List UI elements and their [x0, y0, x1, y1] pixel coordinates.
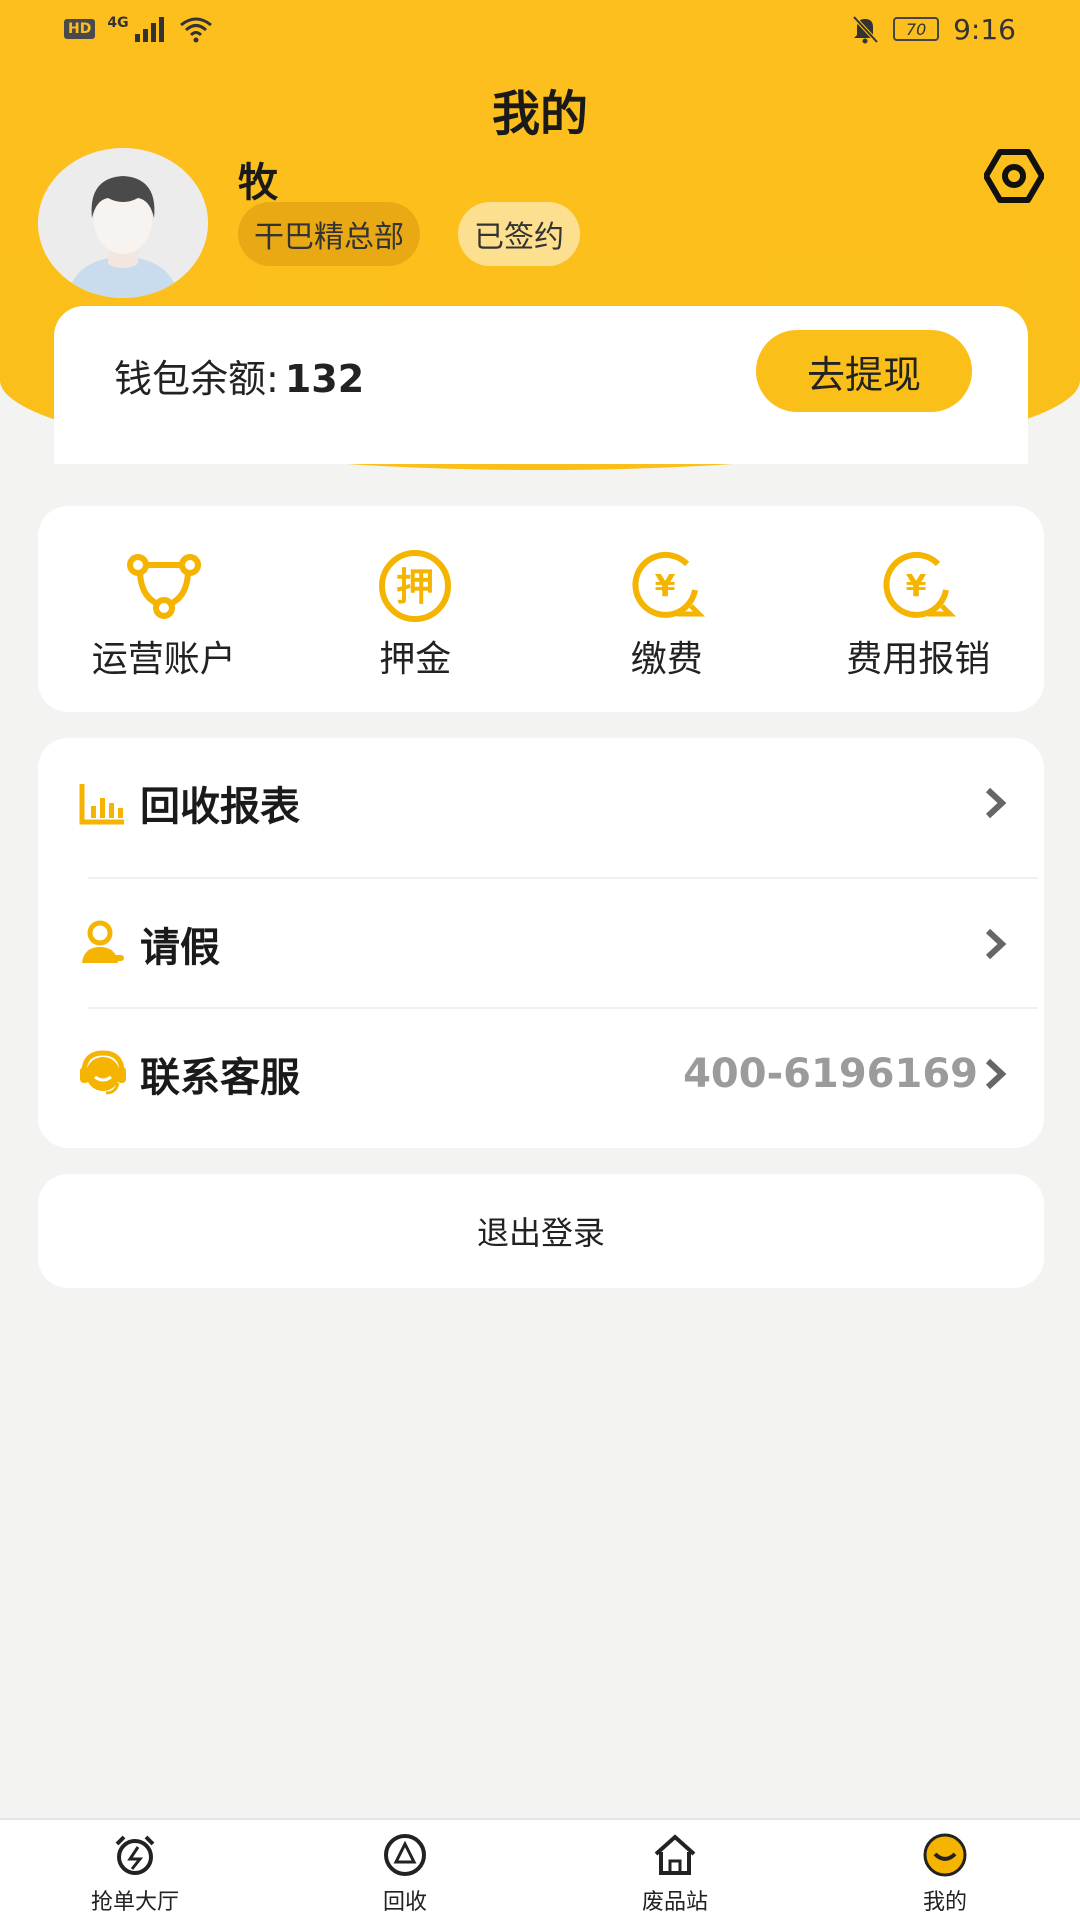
tab-label: 回收 — [382, 1890, 427, 1915]
service-phone[interactable]: 400-6196169 — [683, 1051, 978, 1097]
yuan-payment-icon: ¥ — [632, 551, 705, 618]
deposit-icon: 押 — [379, 550, 452, 622]
tab-scrap-station[interactable]: 废品站 — [540, 1820, 810, 1920]
user-name: 牧 — [238, 160, 278, 206]
hexagon-settings-icon — [983, 149, 1045, 203]
wifi-icon — [179, 17, 212, 43]
headset-icon — [80, 1050, 126, 1095]
yuan-refund-icon: ¥ — [883, 551, 957, 618]
chevron-right-icon — [985, 787, 1007, 819]
signal-icon — [134, 17, 164, 42]
settings-button[interactable] — [983, 146, 1045, 206]
bell-muted-icon — [852, 15, 879, 44]
wallet-label: 钱包余额: — [114, 357, 279, 401]
alarm-clock-icon — [115, 1835, 155, 1875]
tab-label: 我的 — [922, 1890, 967, 1915]
status-badge: 已签约 — [458, 202, 580, 266]
share-nodes-icon — [126, 554, 201, 619]
status-left: HD 4G — [64, 15, 213, 43]
tab-label: 抢单大厅 — [90, 1890, 179, 1915]
menu-item-label: 联系客服 — [140, 1055, 300, 1101]
tab-order-hall[interactable]: 抢单大厅 — [0, 1820, 270, 1920]
recycle-icon — [384, 1834, 426, 1876]
status-right: 70 9:16 — [851, 13, 1016, 46]
quick-action-label: 运营账户 — [91, 639, 236, 680]
house-icon — [654, 1834, 696, 1875]
person-avatar-icon — [38, 148, 208, 298]
quick-action-payment[interactable]: ¥ 缴费 — [541, 506, 793, 712]
chevron-right-icon — [985, 1058, 1007, 1090]
menu-item-label: 请假 — [140, 925, 220, 971]
wallet-card: 钱包余额: 132 去提现 — [54, 306, 1028, 464]
menu-card: 回收报表 请假 联系客服 400-6196169 — [38, 738, 1044, 1148]
quick-action-label: 押金 — [379, 639, 452, 680]
tab-label: 废品站 — [641, 1890, 708, 1915]
withdraw-button[interactable]: 去提现 — [756, 330, 972, 412]
wallet-value: 132 — [284, 357, 365, 401]
tab-recycle[interactable]: 回收 — [270, 1820, 540, 1920]
hd-badge: HD — [64, 19, 96, 39]
network-label: 4G — [107, 15, 129, 31]
quick-action-reimbursement[interactable]: ¥ 费用报销 — [793, 506, 1045, 712]
avatar[interactable] — [38, 148, 208, 298]
status-bar: HD 4G 70 9:16 — [0, 0, 1080, 58]
clock: 9:16 — [953, 12, 1016, 46]
person-icon — [82, 920, 124, 963]
tab-bar: 抢单大厅 回收 废品站 我的 — [0, 1818, 1080, 1920]
svg-text:¥: ¥ — [906, 569, 927, 604]
quick-action-deposit[interactable]: 押 押金 — [290, 506, 542, 712]
org-tag: 干巴精总部 — [238, 202, 420, 266]
battery-indicator: 70 — [893, 17, 940, 41]
menu-item-leave[interactable]: 请假 — [38, 879, 1044, 1009]
wallet-balance: 钱包余额: 132 — [114, 348, 364, 403]
smile-icon — [923, 1833, 967, 1877]
logout-button[interactable]: 退出登录 — [38, 1174, 1044, 1288]
quick-action-operating-account[interactable]: 运营账户 — [38, 506, 290, 712]
menu-item-recycle-report[interactable]: 回收报表 — [38, 738, 1044, 868]
chevron-right-icon — [985, 928, 1007, 960]
quick-action-label: 费用报销 — [846, 639, 991, 680]
svg-text:¥: ¥ — [654, 569, 675, 604]
svg-text:押: 押 — [396, 565, 434, 609]
page-title: 我的 — [491, 86, 588, 142]
quick-actions-card: 运营账户 押 押金 ¥ 缴费 ¥ 费用报销 — [38, 506, 1044, 712]
menu-item-customer-service[interactable]: 联系客服 400-6196169 — [38, 1009, 1044, 1139]
menu-item-label: 回收报表 — [140, 784, 300, 830]
bar-chart-icon — [79, 784, 124, 825]
tab-mine[interactable]: 我的 — [810, 1820, 1080, 1920]
quick-action-label: 缴费 — [630, 639, 703, 680]
